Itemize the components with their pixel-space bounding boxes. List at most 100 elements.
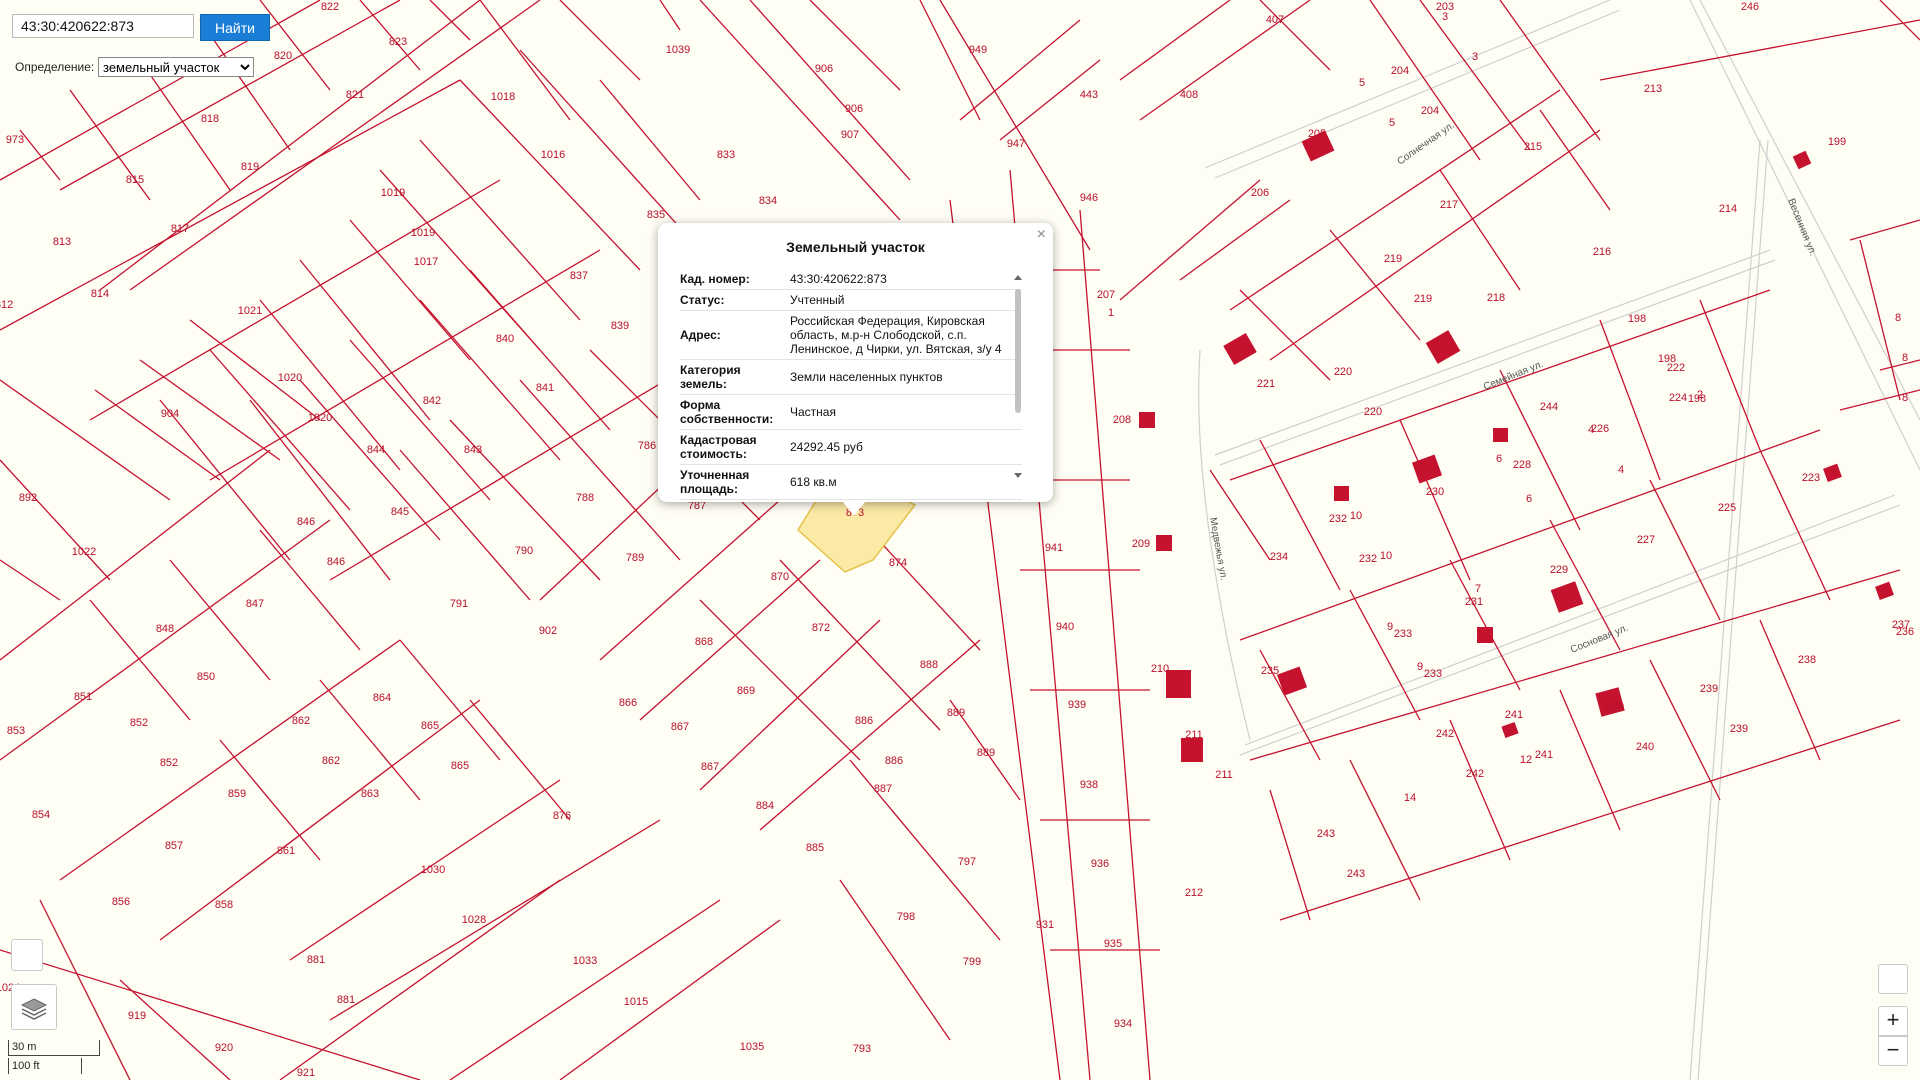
parcel-label: 9 (1417, 661, 1423, 673)
parcel-label: 229 (1550, 564, 1568, 576)
parcel-label: 853 (7, 725, 25, 737)
parcel-label: 7 (1475, 583, 1481, 595)
table-row: Уточненная площадь: 618 кв.м (680, 464, 1022, 500)
parcel-label: 5 (1389, 117, 1395, 129)
scroll-thumb[interactable] (1015, 289, 1021, 413)
attr-key: Статус: (680, 289, 788, 311)
parcel-label: 872 (812, 622, 830, 634)
parcel-label: 215 (1524, 141, 1542, 153)
parcel-label: 788 (576, 492, 594, 504)
parcel-label: 934 (1114, 1018, 1132, 1030)
parcel-label: 212 (1185, 887, 1203, 899)
parcel-label: 814 (91, 288, 109, 300)
parcel-label: 3 (1472, 51, 1478, 63)
parcel-label: 834 (759, 195, 777, 207)
parcel-label: 1015 (624, 996, 648, 1008)
parcel-label: 865 (421, 720, 439, 732)
layers-button[interactable] (11, 984, 57, 1030)
attr-value: 43:30:420622:873 (788, 269, 1022, 290)
parcel-label: 224 (1669, 392, 1687, 404)
definition-select[interactable]: земельный участок (98, 57, 254, 77)
attr-key: Кад. номер: (680, 269, 788, 290)
parcel-label: 231 (1465, 596, 1483, 608)
attr-value: Российская Федерация, Кировская область,… (788, 310, 1022, 360)
parcel-label: 1021 (238, 305, 262, 317)
parcel-label: 786 (638, 440, 656, 452)
parcel-label: 230 (1426, 486, 1444, 498)
parcel-label: 233 (1394, 628, 1412, 640)
parcel-label: 907 (841, 129, 859, 141)
zoom-in-button[interactable]: + (1878, 1006, 1908, 1036)
attr-key: Кадастровая стоимость: (680, 429, 788, 465)
parcel-label: 239 (1700, 683, 1718, 695)
info-popup: × Земельный участок Кад. номер: 43:30:420… (658, 223, 1053, 516)
parcel-label: 949 (969, 44, 987, 56)
parcel-label: 851 (74, 691, 92, 703)
parcel-label: 241 (1535, 749, 1553, 761)
parcel-label: 241 (1505, 709, 1523, 721)
parcel-label: 866 (619, 697, 637, 709)
parcel-label: 1022 (72, 546, 96, 558)
search-button[interactable]: Найти (200, 14, 270, 41)
parcel-label: 1018 (491, 91, 515, 103)
scroll-up-icon[interactable] (1014, 275, 1022, 280)
parcel-label: 862 (322, 755, 340, 767)
parcel-label: 869 (737, 685, 755, 697)
parcel-label: 854 (32, 809, 50, 821)
attr-key: Форма собственности: (680, 394, 788, 430)
parcel-label: 1017 (414, 256, 438, 268)
cadastral-map[interactable]: Солнечная ул. Семейная ул. Сосновая ул. … (0, 0, 1920, 1080)
parcel-label: 863 (361, 788, 379, 800)
parcel-label: 858 (215, 899, 233, 911)
parcel-label: 443 (1080, 89, 1098, 101)
parcel-label: 818 (201, 113, 219, 125)
scroll-down-icon[interactable] (1014, 473, 1022, 478)
parcel-label: 218 (1487, 292, 1505, 304)
popup-scrollbar[interactable] (1014, 275, 1022, 485)
parcel-label: 209 (1132, 538, 1150, 550)
map-tool-button[interactable] (11, 939, 43, 971)
parcel-label: 791 (450, 598, 468, 610)
parcel-label: 856 (112, 896, 130, 908)
parcel-label: 204 (1391, 65, 1409, 77)
parcel-label: 938 (1080, 779, 1098, 791)
fullscreen-icon[interactable] (1878, 964, 1908, 994)
parcel-label: 861 (277, 845, 295, 857)
parcel-label: 205 (1308, 128, 1326, 140)
parcel-label: 837 (570, 270, 588, 282)
zoom-out-button[interactable]: − (1878, 1036, 1908, 1066)
parcel-label: 904 (161, 408, 179, 420)
parcel-label: 244 (1540, 401, 1558, 413)
search-input[interactable] (12, 14, 194, 38)
parcel-label: 847 (246, 598, 264, 610)
parcel-label: 1030 (421, 864, 445, 876)
parcel-label: 885 (806, 842, 824, 854)
parcel-label: 819 (241, 161, 259, 173)
parcel-label: 865 (451, 760, 469, 772)
parcel-label: 906 (815, 63, 833, 75)
parcel-label: 10 (1380, 550, 1392, 562)
scale-imperial: 100 ft (8, 1058, 82, 1074)
table-row: Кад. номер: 43:30:420622:873 (680, 269, 1022, 290)
parcel-label: 867 (671, 721, 689, 733)
parcel-label: 842 (423, 395, 441, 407)
attr-value: Земли населенных пунктов (788, 359, 1022, 395)
attributes-table: Кад. номер: 43:30:420622:873 Статус: Учтен… (680, 269, 1022, 500)
parcel-label: 868 (695, 636, 713, 648)
parcel-label: 240 (1636, 741, 1654, 753)
parcel-label: 8 (1902, 352, 1908, 364)
parcel-label: 198 (1688, 393, 1706, 405)
parcel-label: 198 (1628, 313, 1646, 325)
parcel-label: 881 (307, 954, 325, 966)
parcel-label: 207 (1097, 289, 1115, 301)
parcel-label: 845 (391, 506, 409, 518)
parcel-label: 815 (126, 174, 144, 186)
parcel-label: 935 (1104, 938, 1122, 950)
parcel-label: 1019 (411, 227, 435, 239)
parcel-label: 211 (1185, 729, 1203, 741)
parcel-label: 874 (889, 557, 907, 569)
parcel-label: 888 (920, 659, 938, 671)
parcel-label: 886 (855, 715, 873, 727)
parcel-label: 850 (197, 671, 215, 683)
parcel-label: 790 (515, 545, 533, 557)
